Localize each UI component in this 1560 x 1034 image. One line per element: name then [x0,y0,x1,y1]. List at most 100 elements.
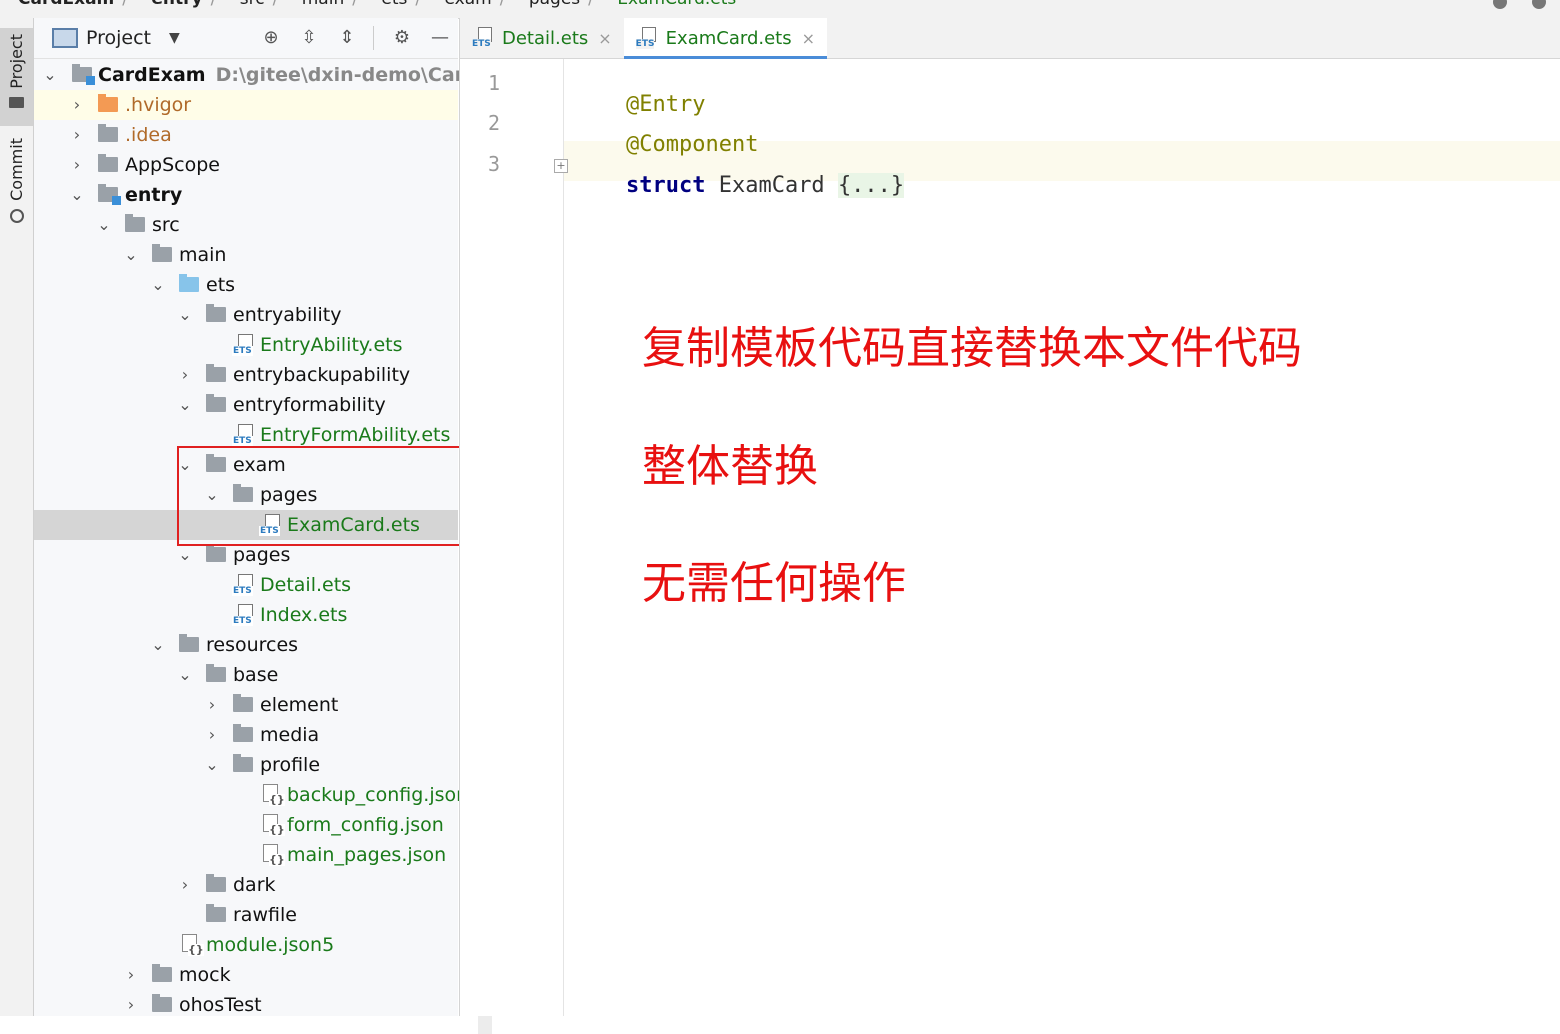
tree-row-hvigor[interactable]: › .hvigor [34,90,458,120]
tree-label: backup_config.json [287,784,469,806]
breadcrumb-item[interactable]: ExamCard.ets [617,0,736,10]
tree-row-entryformability[interactable]: ⌄ entryformability [34,390,458,420]
tree-row-backup-config-json[interactable]: {} backup_config.json [34,780,468,810]
tab-examcard-ets[interactable]: ETS ExamCard.ets × [623,18,828,59]
tab-detail-ets[interactable]: ETS Detail.ets × [460,18,624,58]
tree-label: profile [260,754,321,776]
chevron-right-icon[interactable]: › [69,90,85,120]
tree-label: Detail.ets [260,574,352,596]
chevron-right-icon[interactable]: › [69,120,85,150]
breadcrumb-item[interactable]: exam [445,0,492,10]
folder-icon [9,96,24,108]
chevron-down-icon[interactable]: ⌄ [204,750,220,780]
tree-row-element[interactable]: › element [34,690,458,720]
folder-icon [152,244,172,262]
chevron-down-icon[interactable]: ⌄ [96,210,112,240]
breadcrumb-item[interactable]: pages [529,0,580,10]
tree-row-main-pages-json[interactable]: {} main_pages.json [34,840,458,870]
project-tool-tab[interactable]: Project [0,28,33,126]
tree-row-dark[interactable]: › dark [34,870,458,900]
chevron-down-icon[interactable]: ⌄ [150,630,166,660]
tree-row-ets[interactable]: ⌄ ets [34,270,458,300]
project-view-selector[interactable]: Project [86,27,151,49]
editor-tab-bar: ETS Detail.ets × ETS ExamCard.ets × [460,18,1560,59]
expand-all-icon[interactable]: ⇳ [299,28,319,48]
chevron-down-icon[interactable]: ⌄ [123,240,139,270]
chevron-down-icon[interactable]: ⌄ [42,60,58,90]
chevron-down-icon[interactable]: ⌄ [177,660,193,690]
tree-row-src[interactable]: ⌄ src [34,210,458,240]
chevron-down-icon[interactable]: ⌄ [177,390,193,420]
folder-icon [206,544,226,562]
breadcrumb-item[interactable]: entry [151,0,202,10]
minimize-icon[interactable]: — [430,28,450,48]
chevron-down-icon[interactable]: ⌄ [150,270,166,300]
breadcrumb-item[interactable]: ets [381,0,407,10]
line-number: 2 [487,111,500,135]
chevron-down-icon[interactable]: ▼ [169,30,180,46]
fold-expand-icon[interactable]: + [554,159,568,173]
tree-row-form-config-json[interactable]: {} form_config.json [34,810,458,840]
tree-row-main[interactable]: ⌄ main [34,240,458,270]
breadcrumb-item[interactable]: main [302,0,344,10]
tree-row-resources[interactable]: ⌄ resources [34,630,458,660]
close-icon[interactable]: × [802,29,815,48]
folder-icon [206,874,226,892]
tree-row-entryability[interactable]: ⌄ entryability [34,300,458,330]
tree-row-entrybackupability[interactable]: › entrybackupability [34,360,458,390]
tree-row-profile[interactable]: ⌄ profile [34,750,458,780]
chevron-down-icon[interactable]: ⌄ [177,300,193,330]
target-icon[interactable]: ⊕ [261,28,281,48]
collapse-all-icon[interactable]: ⇕ [337,28,357,48]
commit-tool-label: Commit [7,138,26,201]
tree-label: main_pages.json [287,844,447,866]
tree-label: Index.ets [260,604,348,626]
chevron-right-icon[interactable]: › [69,150,85,180]
chevron-right-icon[interactable]: › [123,960,139,990]
tree-label: entry [125,184,183,206]
breadcrumb-item[interactable]: CardExam [18,0,114,10]
tree-row-index-ets[interactable]: ETS Index.ets [34,600,458,630]
settings-icon[interactable] [1492,0,1507,9]
project-tool-label: Project [7,34,26,89]
close-icon[interactable]: × [598,29,611,48]
tab-label: ExamCard.ets [665,27,792,49]
folded-code-block[interactable]: {...} [837,173,905,198]
tree-row-cardexam[interactable]: ⌄ CardExam D:\gitee\dxin-demo\CardExam [34,60,535,90]
code-keyword: struct [625,173,706,198]
module-folder-icon [72,64,95,85]
tree-row-mock[interactable]: › mock [34,960,458,990]
ets-file-icon: ETS [232,424,254,446]
chevron-down-icon[interactable]: ⌄ [69,180,85,210]
tree-row-detail-ets[interactable]: ETS Detail.ets [34,570,458,600]
folder-icon [206,664,226,682]
chevron-right-icon[interactable]: › [177,870,193,900]
code-line-3[interactable]: struct ExamCard {...} [573,148,905,223]
annotation-text-3: 无需任何操作 [642,558,906,609]
json-file-icon: {} [180,934,204,956]
tree-label: mock [179,964,231,986]
tree-label: module.json5 [206,934,335,956]
chevron-right-icon[interactable]: › [204,690,220,720]
tree-row-rawfile[interactable]: rawfile [34,900,458,930]
commit-tool-tab[interactable]: Commit [0,138,33,248]
tree-row-media[interactable]: › media [34,720,458,750]
tree-row-entry[interactable]: ⌄ entry [34,180,458,210]
chevron-right-icon[interactable]: › [177,360,193,390]
tree-row-entryability-ets[interactable]: ETS EntryAbility.ets [34,330,458,360]
tree-label: resources [206,634,299,656]
tree-row-appscope[interactable]: › AppScope [34,150,458,180]
folder-icon [152,994,172,1012]
breadcrumb-item[interactable]: src [240,0,265,10]
chevron-right-icon[interactable]: › [204,720,220,750]
tree-row-base[interactable]: ⌄ base [34,660,458,690]
tree-label: ets [206,274,236,296]
tool-window-strip: Project Commit [0,18,34,1016]
folder-icon [98,94,118,112]
tree-label: EntryAbility.ets [260,334,403,356]
folder-icon [233,754,253,772]
account-icon[interactable] [1532,0,1546,9]
tree-row-module-json5[interactable]: {} module.json5 [34,930,458,960]
gear-icon[interactable]: ⚙ [392,28,412,48]
tree-row-idea[interactable]: › .idea [34,120,458,150]
